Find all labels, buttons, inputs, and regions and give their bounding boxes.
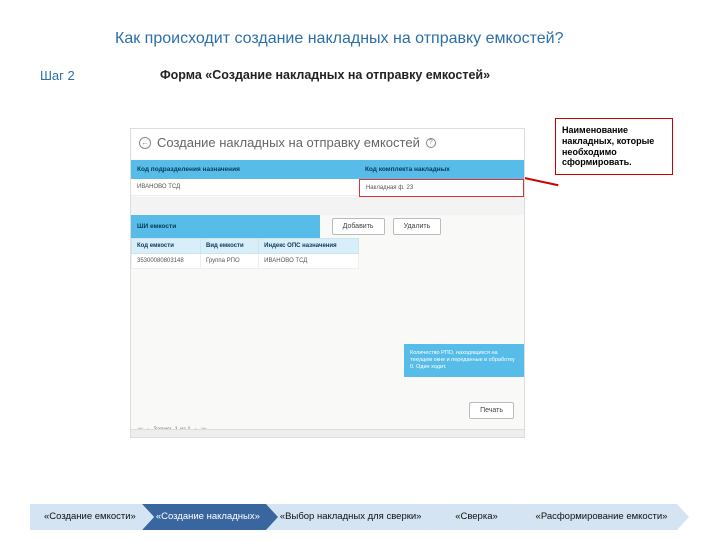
delete-button[interactable]: Удалить xyxy=(393,218,442,235)
print-area: Печать xyxy=(469,402,514,419)
info-panel: Количество РПО, находящихся на текущем о… xyxy=(404,344,524,377)
chevron-4[interactable]: «Сверка» xyxy=(427,504,517,530)
chevron-2-label: «Создание накладных» xyxy=(156,512,260,522)
dest-value[interactable]: ИВАНОВО ТСД xyxy=(131,179,359,196)
dest-label: Код подразделения назначения xyxy=(131,160,359,179)
chevron-3[interactable]: «Выбор накладных для сверки» xyxy=(266,504,428,530)
chevron-3-label: «Выбор накладных для сверки» xyxy=(280,512,422,522)
items-table: Код емкости Вид емкости Индекс ОПС назна… xyxy=(131,238,359,269)
add-button[interactable]: Добавить xyxy=(332,218,385,235)
app-title: Создание накладных на отправку емкостей xyxy=(157,135,420,150)
set-field: Код комплекта накладных Накладная ф. 23 xyxy=(359,160,524,197)
h-scrollbar[interactable] xyxy=(131,429,524,437)
shi-label: ШИ емкости xyxy=(131,215,320,238)
callout-box: Наименование накладных, которые необходи… xyxy=(555,118,673,175)
table-row[interactable]: 35300080803148 Группа РПО ИВАНОВО ТСД xyxy=(132,254,359,269)
app-header: ← Создание накладных на отправку емкосте… xyxy=(131,129,524,160)
set-label: Код комплекта накладных xyxy=(359,160,524,179)
shi-row: ШИ емкости Добавить Удалить xyxy=(131,215,524,238)
app-window: ← Создание накладных на отправку емкосте… xyxy=(130,128,525,438)
chevron-5[interactable]: «Расформирование емкости» xyxy=(517,504,677,530)
process-chevrons: «Создание емкости» «Создание накладных» … xyxy=(30,504,700,530)
chevron-4-label: «Сверка» xyxy=(455,512,498,522)
chevron-1-label: «Создание емкости» xyxy=(44,512,136,522)
step-label: Шаг 2 xyxy=(40,68,75,83)
cell-type: Группа РПО xyxy=(200,254,258,269)
shi-buttons: Добавить Удалить xyxy=(320,218,524,235)
back-icon[interactable]: ← xyxy=(139,137,151,149)
col-type[interactable]: Вид емкости xyxy=(200,239,258,254)
slide-title: Как происходит создание накладных на отп… xyxy=(115,30,563,48)
cell-code: 35300080803148 xyxy=(132,254,201,269)
cell-index: ИВАНОВО ТСД xyxy=(259,254,359,269)
help-icon[interactable]: ? xyxy=(426,138,436,148)
chevron-2[interactable]: «Создание накладных» xyxy=(142,504,266,530)
chevron-1[interactable]: «Создание емкости» xyxy=(30,504,142,530)
col-index[interactable]: Индекс ОПС назначения xyxy=(259,239,359,254)
col-code[interactable]: Код емкости xyxy=(132,239,201,254)
spacer xyxy=(131,197,524,215)
set-value[interactable]: Накладная ф. 23 xyxy=(359,179,524,197)
dest-field: Код подразделения назначения ИВАНОВО ТСД xyxy=(131,160,359,197)
field-row: Код подразделения назначения ИВАНОВО ТСД… xyxy=(131,160,524,197)
print-button[interactable]: Печать xyxy=(469,402,514,419)
form-label: Форма «Создание накладных на отправку ем… xyxy=(160,68,490,82)
chevron-5-label: «Расформирование емкости» xyxy=(536,512,668,522)
table-header-row: Код емкости Вид емкости Индекс ОПС назна… xyxy=(132,239,359,254)
